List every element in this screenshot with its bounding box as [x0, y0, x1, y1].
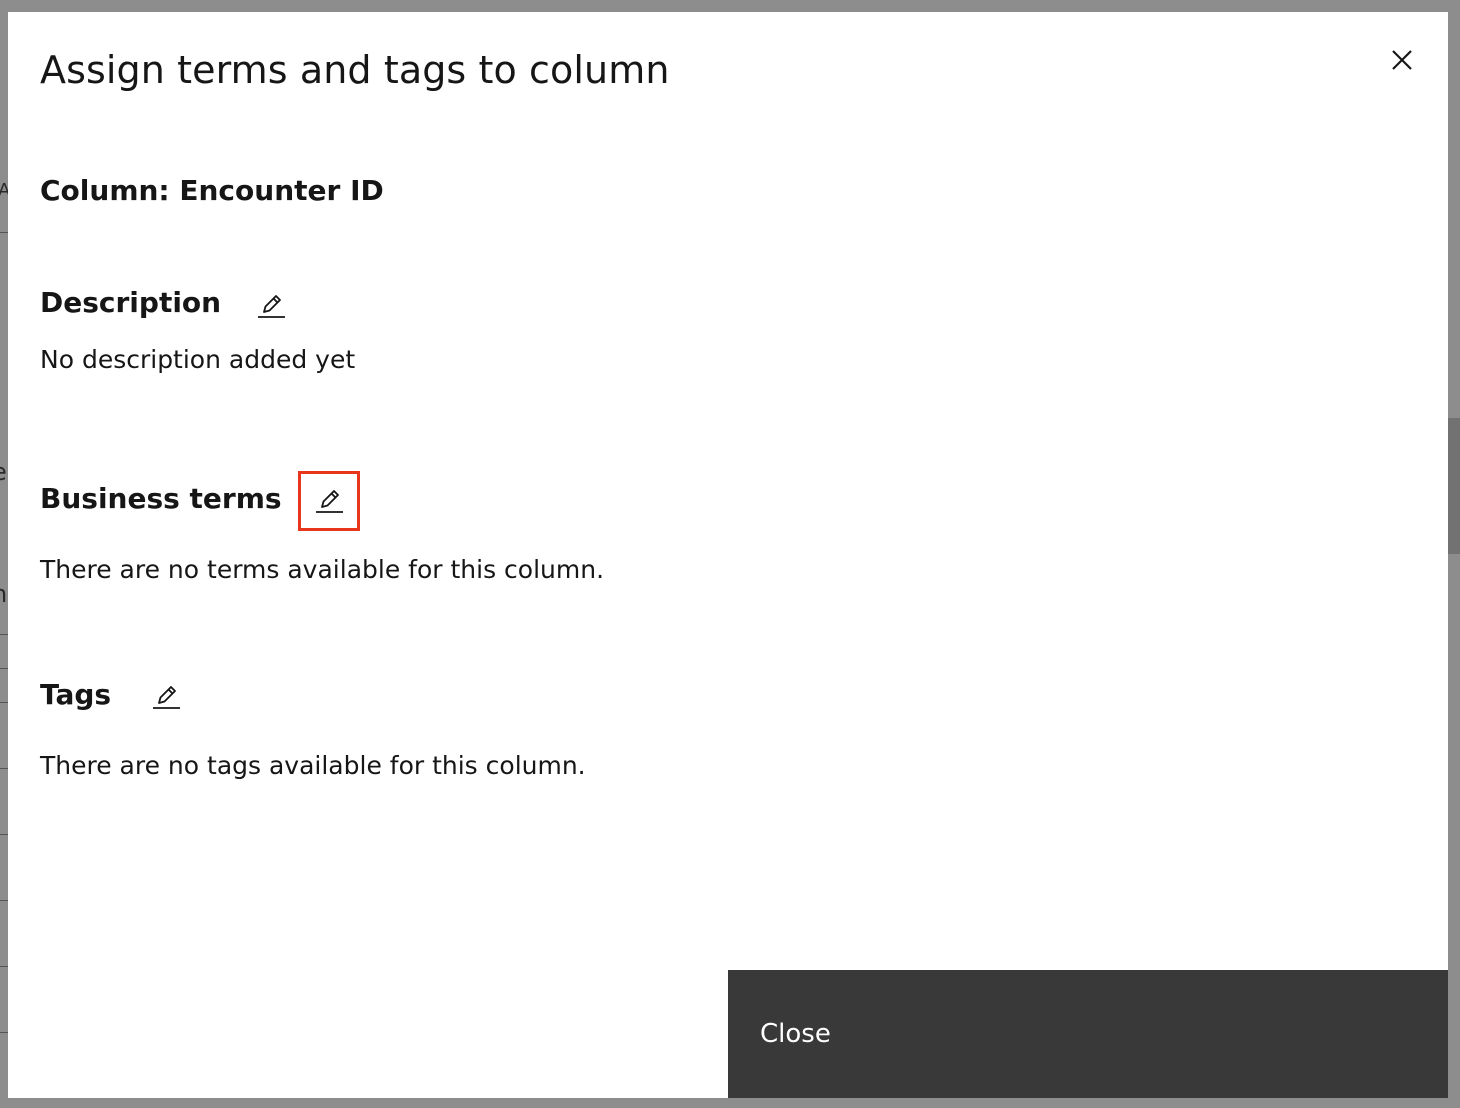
tags-heading: Tags — [40, 678, 111, 711]
business-terms-heading-text: Business terms — [40, 482, 282, 515]
background-divider — [0, 1032, 8, 1033]
description-text: No description added yet — [40, 345, 356, 374]
background-divider — [0, 768, 8, 769]
background-left-strip: J A e n — [0, 0, 10, 1108]
background-divider — [0, 834, 8, 835]
edit-tags-button[interactable] — [146, 677, 186, 717]
edit-description-button[interactable] — [251, 286, 291, 326]
column-name-label: Column: Encounter ID — [40, 174, 384, 207]
close-modal-button[interactable] — [1386, 44, 1418, 76]
business-terms-text: There are no terms available for this co… — [40, 555, 605, 584]
background-panel-edge — [1448, 418, 1460, 554]
close-button[interactable]: Close — [728, 970, 1448, 1098]
modal-title: Assign terms and tags to column — [40, 48, 670, 92]
background-glyph: J — [0, 30, 3, 74]
background-divider — [0, 634, 8, 635]
background-divider — [0, 232, 8, 233]
background-glyph: n — [0, 580, 7, 608]
assign-terms-modal: Assign terms and tags to column Column: … — [8, 12, 1448, 1098]
business-terms-heading: Business terms — [40, 482, 282, 515]
background-glyph: e — [0, 458, 7, 486]
background-divider — [0, 900, 8, 901]
modal-footer: Close — [728, 970, 1448, 1098]
tags-text: There are no tags available for this col… — [40, 751, 586, 780]
edit-pencil-icon — [258, 295, 285, 318]
background-divider — [0, 966, 8, 967]
background-divider — [0, 668, 8, 669]
description-heading: Description — [40, 286, 221, 319]
edit-pencil-icon — [153, 686, 180, 709]
tags-heading-text: Tags — [40, 678, 112, 711]
highlight-annotation-box — [298, 471, 360, 531]
close-icon — [1392, 50, 1412, 70]
description-heading-text: Description — [40, 286, 222, 319]
background-divider — [0, 702, 8, 703]
background-right-strip — [1448, 0, 1460, 1108]
